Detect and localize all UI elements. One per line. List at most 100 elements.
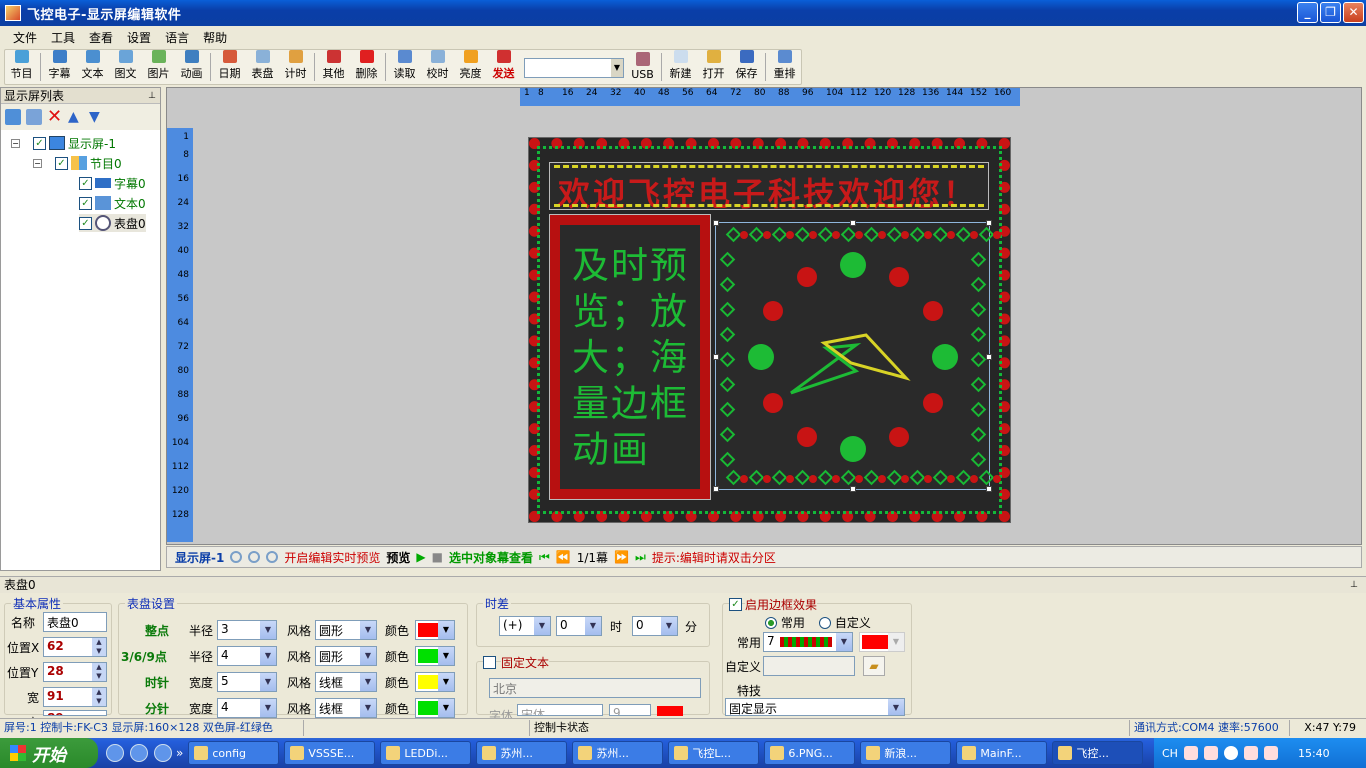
tree-node-subtitle[interactable]: ✓ 字幕0	[79, 174, 146, 192]
collapse-icon[interactable]: −	[33, 158, 42, 168]
read-button[interactable]: 读取	[388, 50, 421, 84]
dropdown-arrow-icon[interactable]: ▼	[661, 617, 677, 635]
checkbox[interactable]: ✓	[79, 176, 92, 190]
first-page-icon[interactable]: ⏮	[539, 550, 550, 565]
collapse-icon[interactable]: −	[11, 138, 20, 148]
taskbar-item[interactable]: 苏州...	[476, 741, 568, 765]
spin-buttons[interactable]: ▲ ▼	[92, 638, 106, 656]
color-select[interactable]: ▼	[415, 646, 455, 666]
border-effect-checkbox[interactable]: ✓	[729, 598, 742, 611]
tree-node-clock[interactable]: ✓ 表盘0	[79, 214, 146, 232]
zoom-in-icon[interactable]	[248, 551, 261, 563]
subtitle-button[interactable]: 字幕	[43, 50, 76, 84]
font-size-select[interactable]: 9	[609, 704, 651, 716]
menu-file[interactable]: 文件	[6, 29, 44, 46]
size-select[interactable]: 3 ▼	[217, 620, 277, 640]
usb-button[interactable]: USB	[626, 50, 659, 84]
dropdown-arrow-icon[interactable]: ▼	[260, 673, 276, 691]
menu-language[interactable]: 语言	[158, 29, 196, 46]
taskbar-item[interactable]: 飞控L...	[668, 741, 760, 765]
color-select[interactable]: ▼	[415, 620, 455, 640]
height-input[interactable]: 89	[43, 710, 107, 716]
stop-icon[interactable]: ■	[432, 550, 443, 564]
border-color-select[interactable]: ▼	[859, 632, 905, 652]
dropdown-arrow-icon[interactable]: ▼	[438, 673, 454, 691]
dropdown-arrow-icon[interactable]: ▼	[585, 617, 601, 635]
taskbar-item[interactable]: MainF...	[956, 741, 1048, 765]
date-button[interactable]: 日期	[213, 50, 246, 84]
effect-select[interactable]: 固定显示 ▼	[725, 698, 905, 716]
select-view-label[interactable]: 选中对象幕查看	[449, 549, 533, 566]
minimize-button[interactable]: _	[1297, 2, 1318, 23]
menu-view[interactable]: 查看	[82, 29, 120, 46]
taskbar-item[interactable]: 苏州...	[572, 741, 664, 765]
open-button[interactable]: 打开	[697, 50, 730, 84]
sync-time-button[interactable]: 校时	[421, 50, 454, 84]
design-canvas[interactable]: 1 8 16 24 32 40 48 56 64 72 80 88 96 104 112 120 128 136 1…	[166, 87, 1362, 545]
led-screen-preview[interactable]: 欢迎飞控电子科技欢迎您！ 及时预 览；放 大；海 量边框 动画	[528, 137, 1011, 523]
close-button[interactable]: ✕	[1343, 2, 1364, 23]
style-select[interactable]: 圆形 ▼	[315, 646, 377, 666]
color-select[interactable]: ▼	[415, 672, 455, 692]
color-select[interactable]: ▼	[415, 698, 455, 718]
dropdown-arrow-icon[interactable]: ▼	[260, 647, 276, 665]
prev-page-icon[interactable]: ⏪	[556, 550, 571, 564]
style-select[interactable]: 线框 ▼	[315, 672, 377, 692]
new-button[interactable]: 新建	[664, 50, 697, 84]
last-page-icon[interactable]: ⏭	[635, 550, 646, 565]
size-select[interactable]: 4 ▼	[217, 698, 277, 718]
y-input[interactable]: 28 ▲ ▼	[43, 662, 107, 682]
text-area[interactable]: 及时预 览；放 大；海 量边框 动画	[549, 214, 711, 500]
radio-common[interactable]: 常用	[765, 614, 805, 631]
hour-select[interactable]: 0 ▼	[556, 616, 602, 636]
send-target-combo[interactable]: ▼	[524, 58, 624, 78]
dropdown-arrow-icon[interactable]: ▼	[438, 647, 454, 665]
clock-button[interactable]: 表盘	[246, 50, 279, 84]
qq-icon[interactable]	[1203, 746, 1218, 760]
skype-icon[interactable]	[154, 744, 172, 762]
realtime-preview-toggle[interactable]: 开启编辑实时预览	[284, 549, 380, 566]
text-button[interactable]: 文本	[76, 50, 109, 84]
ie-icon[interactable]	[130, 744, 148, 762]
add-program-icon[interactable]	[26, 109, 42, 125]
other-button[interactable]: 其他	[317, 50, 350, 84]
program-button[interactable]: 节目	[5, 50, 38, 84]
checkbox[interactable]: ✓	[55, 156, 68, 170]
width-input[interactable]: 91 ▲ ▼	[43, 687, 107, 707]
tree-node-text[interactable]: ✓ 文本0	[79, 194, 146, 212]
dropdown-arrow-icon[interactable]: ▼	[260, 621, 276, 639]
dropdown-arrow-icon[interactable]: ▼	[360, 673, 376, 691]
pin-icon[interactable]: ⊥	[1350, 577, 1358, 593]
rearrange-button[interactable]: 重排	[768, 50, 801, 84]
common-border-select[interactable]: 7 ▼	[763, 632, 853, 652]
clock-area[interactable]	[713, 220, 1001, 492]
dropdown-arrow-icon[interactable]: ▼	[534, 617, 550, 635]
menu-tools[interactable]: 工具	[44, 29, 82, 46]
timer-button[interactable]: 计时	[279, 50, 312, 84]
folder-open-icon[interactable]: ▰	[863, 656, 885, 676]
size-select[interactable]: 5 ▼	[217, 672, 277, 692]
graphic-button[interactable]: 图文	[109, 50, 142, 84]
dropdown-arrow-icon[interactable]: ▼	[360, 647, 376, 665]
move-down-icon[interactable]: ▼	[89, 109, 105, 125]
start-button[interactable]: 开始	[0, 738, 98, 768]
zoom-out-icon[interactable]	[266, 551, 279, 563]
move-up-icon[interactable]: ▲	[68, 109, 84, 125]
taskbar-item[interactable]: config	[188, 741, 280, 765]
spin-buttons[interactable]: ▲ ▼	[92, 663, 106, 681]
taskbar-item[interactable]: 新浪...	[860, 741, 952, 765]
pin-icon[interactable]: ⊥	[148, 88, 156, 104]
zoom-icon[interactable]	[230, 551, 243, 563]
volume-icon[interactable]	[1243, 746, 1258, 760]
send-button[interactable]: 发送	[487, 50, 520, 84]
image-button[interactable]: 图片	[142, 50, 175, 84]
size-select[interactable]: 4 ▼	[217, 646, 277, 666]
subtitle-area[interactable]: 欢迎飞控电子科技欢迎您！	[549, 162, 989, 213]
fixed-text-input[interactable]: 北京	[489, 678, 701, 698]
minute-select[interactable]: 0 ▼	[632, 616, 678, 636]
save-button[interactable]: 保存	[730, 50, 763, 84]
fixed-text-checkbox[interactable]	[483, 656, 496, 669]
x-input[interactable]: 62 ▲ ▼	[43, 637, 107, 657]
language-indicator[interactable]: CH	[1162, 747, 1178, 760]
custom-border-input[interactable]	[763, 656, 855, 676]
